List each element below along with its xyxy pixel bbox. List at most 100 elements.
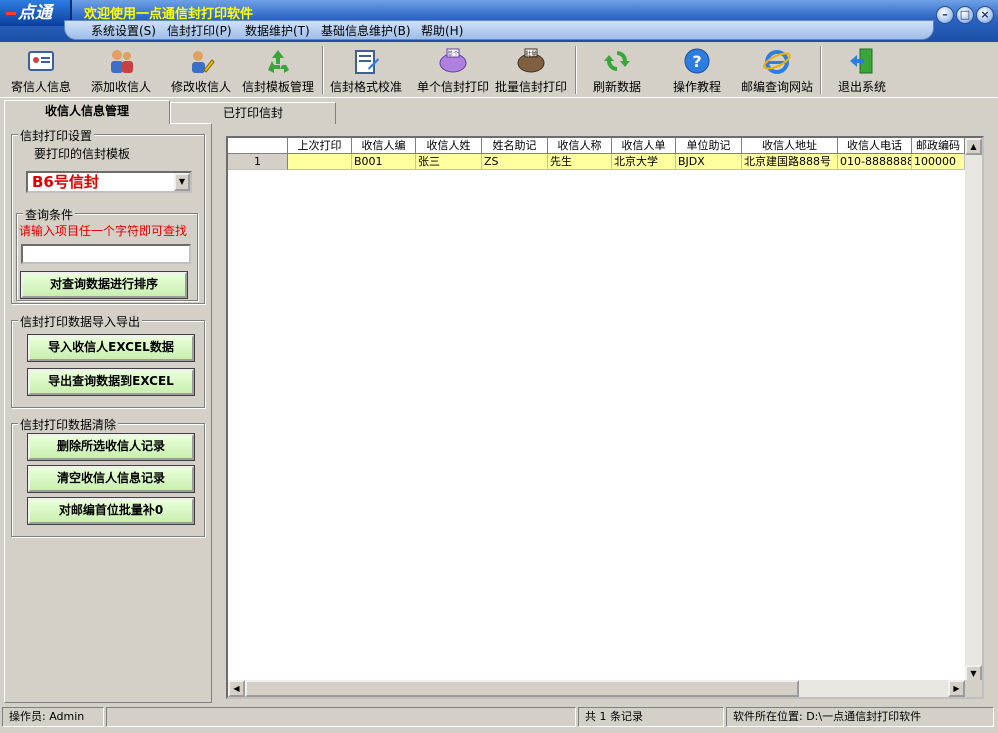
- template-label: 要打印的信封模板: [34, 147, 131, 161]
- pad-zero-button[interactable]: 对邮编首位批量补0: [27, 497, 195, 525]
- edit-user-icon: [192, 51, 215, 73]
- single-print-button[interactable]: 单个 单个信封打印: [414, 44, 492, 96]
- col-header[interactable]: 上次打印: [288, 138, 352, 154]
- query-hint: 请输入项目任一个字符即可查找: [19, 224, 188, 238]
- batch-print-button[interactable]: 批量 批量信封打印: [492, 44, 570, 96]
- template-manage-label: 信封模板管理: [241, 80, 314, 94]
- exit-button[interactable]: 退出系统: [828, 44, 896, 96]
- tab-strip: 收信人信息管理 已打印信封: [0, 100, 998, 124]
- delete-selected-button[interactable]: 删除所选收信人记录: [27, 433, 195, 461]
- sender-info-label: 寄信人信息: [10, 80, 71, 94]
- batch-print-icon: 批量: [517, 48, 545, 73]
- close-icon[interactable]: ×: [976, 6, 994, 24]
- col-header[interactable]: 收信人地址: [742, 138, 838, 154]
- cell-name-mnemonic[interactable]: ZS: [482, 154, 548, 170]
- search-input[interactable]: [21, 244, 191, 264]
- single-print-icon: 单个: [439, 48, 467, 73]
- status-operator: 操作员: Admin: [2, 707, 104, 727]
- tab-printed-envelopes[interactable]: 已打印信封: [170, 102, 336, 124]
- maximize-icon[interactable]: □: [956, 6, 974, 24]
- import-excel-button[interactable]: 导入收信人EXCEL数据: [27, 334, 195, 362]
- horizontal-scroll-thumb[interactable]: [245, 680, 799, 697]
- refresh-label: 刷新数据: [592, 80, 641, 94]
- status-blank: [106, 707, 576, 727]
- tutorial-button[interactable]: ? 操作教程: [660, 44, 734, 96]
- toolbar-separator: [322, 46, 324, 94]
- help-icon: ?: [684, 48, 710, 74]
- menu-help[interactable]: 帮助(H): [421, 22, 463, 39]
- sort-button[interactable]: 对查询数据进行排序: [20, 271, 188, 299]
- import-export-title: 信封打印数据导入导出: [18, 313, 143, 330]
- chevron-down-icon[interactable]: ▼: [174, 173, 190, 191]
- refresh-icon: [604, 51, 630, 71]
- tab-recipient-management[interactable]: 收信人信息管理: [4, 100, 170, 124]
- cell-postcode[interactable]: 100000: [912, 154, 965, 170]
- cell-last-print[interactable]: [288, 154, 352, 170]
- col-header[interactable]: 收信人单: [612, 138, 676, 154]
- menu-bar: 系统设置(S) 信封打印(P) 数据维护(T) 基础信息维护(B) 帮助(H): [64, 20, 934, 40]
- postcode-site-button[interactable]: 邮编查询网站: [738, 44, 816, 96]
- toolbar-separator: [575, 46, 577, 94]
- menu-basic-info[interactable]: 基础信息维护(B): [321, 22, 411, 39]
- col-header[interactable]: 姓名助记: [482, 138, 548, 154]
- menu-data-maintenance[interactable]: 数据维护(T): [245, 22, 310, 39]
- scroll-left-icon[interactable]: ◀: [228, 680, 245, 697]
- cell-phone[interactable]: 010-88888888: [838, 154, 912, 170]
- svg-text:?: ?: [692, 52, 701, 71]
- batch-print-badge: 批量: [525, 50, 537, 58]
- status-install-location: 软件所在位置: D:\一点通信封打印软件: [726, 707, 994, 727]
- edit-recipient-label: 修改收信人: [170, 80, 231, 94]
- scroll-up-icon[interactable]: ▲: [965, 138, 982, 155]
- cell-recipient-code[interactable]: B001: [352, 154, 416, 170]
- calibrate-button[interactable]: 信封格式校准: [327, 44, 405, 96]
- col-header[interactable]: 收信人称: [548, 138, 612, 154]
- cell-title[interactable]: 先生: [548, 154, 612, 170]
- template-select[interactable]: B6号信封 ▼: [26, 171, 192, 193]
- print-settings-title: 信封打印设置: [18, 127, 95, 144]
- grid-corner-cell: [228, 138, 288, 154]
- scroll-right-icon[interactable]: ▶: [948, 680, 965, 697]
- status-record-count: 共 1 条记录: [578, 707, 724, 727]
- col-header[interactable]: 单位助记: [676, 138, 742, 154]
- cell-organization[interactable]: 北京大学: [612, 154, 676, 170]
- col-header[interactable]: 邮政编码: [912, 138, 965, 154]
- app-logo: 点通: [0, 0, 72, 26]
- edit-recipient-button[interactable]: 修改收信人: [164, 44, 238, 96]
- add-recipient-button[interactable]: 添加收信人: [84, 44, 158, 96]
- recipient-grid[interactable]: 上次打印 收信人编 收信人姓 姓名助记 收信人称 收信人单 单位助记 收信人地址…: [226, 136, 984, 699]
- cell-recipient-name[interactable]: 张三: [416, 154, 482, 170]
- single-print-label: 单个信封打印: [416, 80, 489, 94]
- clear-data-title: 信封打印数据清除: [18, 416, 119, 433]
- window-controls: – □ ×: [934, 6, 994, 24]
- vertical-scrollbar[interactable]: ▲ ▼: [965, 138, 982, 682]
- sender-info-button[interactable]: 寄信人信息: [4, 44, 78, 96]
- export-excel-button[interactable]: 导出查询数据到EXCEL: [27, 368, 195, 396]
- col-header[interactable]: 收信人编: [352, 138, 416, 154]
- toolbar: 寄信人信息 添加收信人 修改收信人 信封模板管理 信封格式校准 单个 单个信封打…: [0, 42, 998, 98]
- template-manage-button[interactable]: 信封模板管理: [240, 44, 316, 96]
- postcode-site-label: 邮编查询网站: [740, 80, 813, 94]
- clear-all-button[interactable]: 清空收信人信息记录: [27, 465, 195, 493]
- cell-org-mnemonic[interactable]: BJDX: [676, 154, 742, 170]
- toolbar-separator: [820, 46, 822, 94]
- sender-card-icon: [28, 51, 54, 71]
- batch-print-label: 批量信封打印: [494, 80, 567, 94]
- menu-system-settings[interactable]: 系统设置(S): [91, 22, 156, 39]
- exit-label: 退出系统: [837, 80, 886, 94]
- col-header[interactable]: 收信人电话: [838, 138, 912, 154]
- query-title: 查询条件: [23, 206, 76, 223]
- menu-envelope-print[interactable]: 信封打印(P): [167, 22, 232, 39]
- refresh-button[interactable]: 刷新数据: [582, 44, 652, 96]
- minimize-icon[interactable]: –: [936, 6, 954, 24]
- row-index: 1: [228, 154, 288, 170]
- status-bar: 操作员: Admin 共 1 条记录 软件所在位置: D:\一点通信封打印软件: [0, 705, 998, 733]
- col-header[interactable]: 收信人姓: [416, 138, 482, 154]
- exit-door-icon: [850, 48, 873, 74]
- left-panel: 信封打印设置 要打印的信封模板 B6号信封 ▼ 查询条件 请输入项目任一个字符即…: [4, 123, 212, 703]
- print-settings-group: 信封打印设置 要打印的信封模板 B6号信封 ▼ 查询条件 请输入项目任一个字符即…: [11, 127, 205, 304]
- cell-address[interactable]: 北京建国路888号: [742, 154, 838, 170]
- horizontal-scrollbar[interactable]: ◀ ▶: [228, 680, 965, 697]
- add-recipient-label: 添加收信人: [90, 80, 151, 94]
- scrollbar-corner: [965, 680, 982, 697]
- clear-data-group: 信封打印数据清除 删除所选收信人记录 清空收信人信息记录 对邮编首位批量补0: [11, 416, 205, 537]
